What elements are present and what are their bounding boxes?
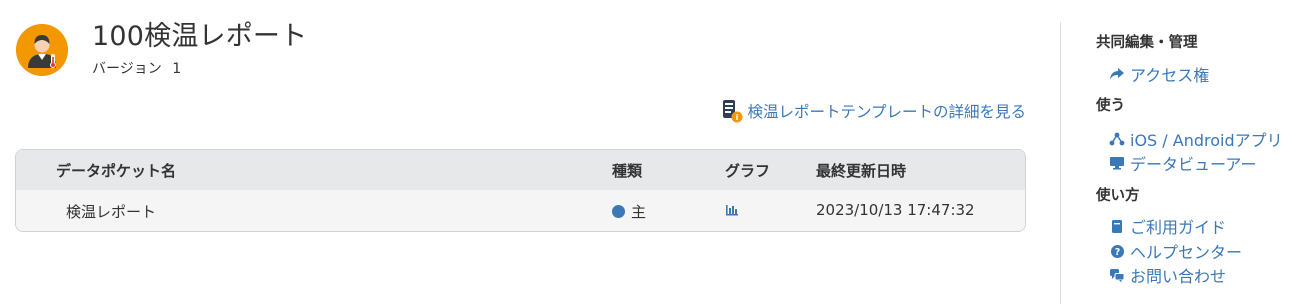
svg-text:i: i <box>736 113 739 122</box>
table-header: データポケット名 種類 グラフ 最終更新日時 <box>16 150 1025 190</box>
version-info: バージョン 1 <box>92 58 181 78</box>
contact-link[interactable]: お問い合わせ <box>1108 263 1226 287</box>
access-rights-label: アクセス権 <box>1130 66 1210 85</box>
table-row[interactable]: 検温レポート 主 2023/10/13 17:47:32 <box>16 190 1025 231</box>
contact-label: お問い合わせ <box>1130 267 1227 286</box>
help-center-label: ヘルプセンター <box>1130 243 1243 262</box>
data-pocket-updated: 2023/10/13 17:47:32 <box>816 201 975 219</box>
column-header-name: データポケット名 <box>56 162 177 180</box>
data-pocket-name[interactable]: 検温レポート <box>66 201 156 222</box>
data-viewer-link[interactable]: データビューアー <box>1108 151 1256 175</box>
app-network-icon <box>1108 131 1126 147</box>
book-icon <box>1108 218 1126 234</box>
sidebar-divider <box>1060 22 1061 304</box>
page-title: 100検温レポート <box>92 21 308 52</box>
help-center-link[interactable]: ? ヘルプセンター <box>1108 239 1242 263</box>
user-guide-label: ご利用ガイド <box>1130 218 1227 237</box>
data-viewer-label: データビューアー <box>1130 155 1257 174</box>
access-rights-link[interactable]: アクセス権 <box>1108 62 1209 86</box>
monitor-icon <box>1108 155 1126 171</box>
app-avatar-icon <box>16 24 68 76</box>
share-arrow-icon <box>1108 66 1126 82</box>
chat-bubbles-icon <box>1108 267 1126 283</box>
mobile-app-link[interactable]: iOS / Androidアプリ <box>1108 127 1283 151</box>
template-details-link[interactable]: i 検温レポートテンプレートの詳細を見る <box>721 99 1026 123</box>
section-title-howto: 使い方 <box>1096 188 1140 204</box>
column-header-updated: 最終更新日時 <box>816 162 907 180</box>
template-details-label: 検温レポートテンプレートの詳細を見る <box>747 103 1026 121</box>
data-pocket-type-label: 主 <box>631 203 647 221</box>
section-title-collaboration: 共同編集・管理 <box>1096 35 1198 51</box>
template-document-icon: i <box>721 99 743 123</box>
bar-chart-icon[interactable] <box>725 202 739 216</box>
column-header-graph: グラフ <box>725 162 771 180</box>
section-title-use: 使う <box>1096 98 1125 114</box>
main-type-dot-icon <box>612 205 625 218</box>
version-number: 1 <box>172 61 182 77</box>
version-label: バージョン <box>92 61 162 77</box>
question-circle-icon: ? <box>1108 243 1126 259</box>
user-guide-link[interactable]: ご利用ガイド <box>1108 214 1226 238</box>
data-pocket-type: 主 <box>612 201 646 222</box>
data-pocket-table: データポケット名 種類 グラフ 最終更新日時 検温レポート 主 2023/10/… <box>15 149 1026 232</box>
mobile-app-label: iOS / Androidアプリ <box>1130 131 1283 150</box>
graph-cell <box>725 201 739 219</box>
column-header-type: 種類 <box>612 162 643 180</box>
svg-text:?: ? <box>1114 247 1120 258</box>
